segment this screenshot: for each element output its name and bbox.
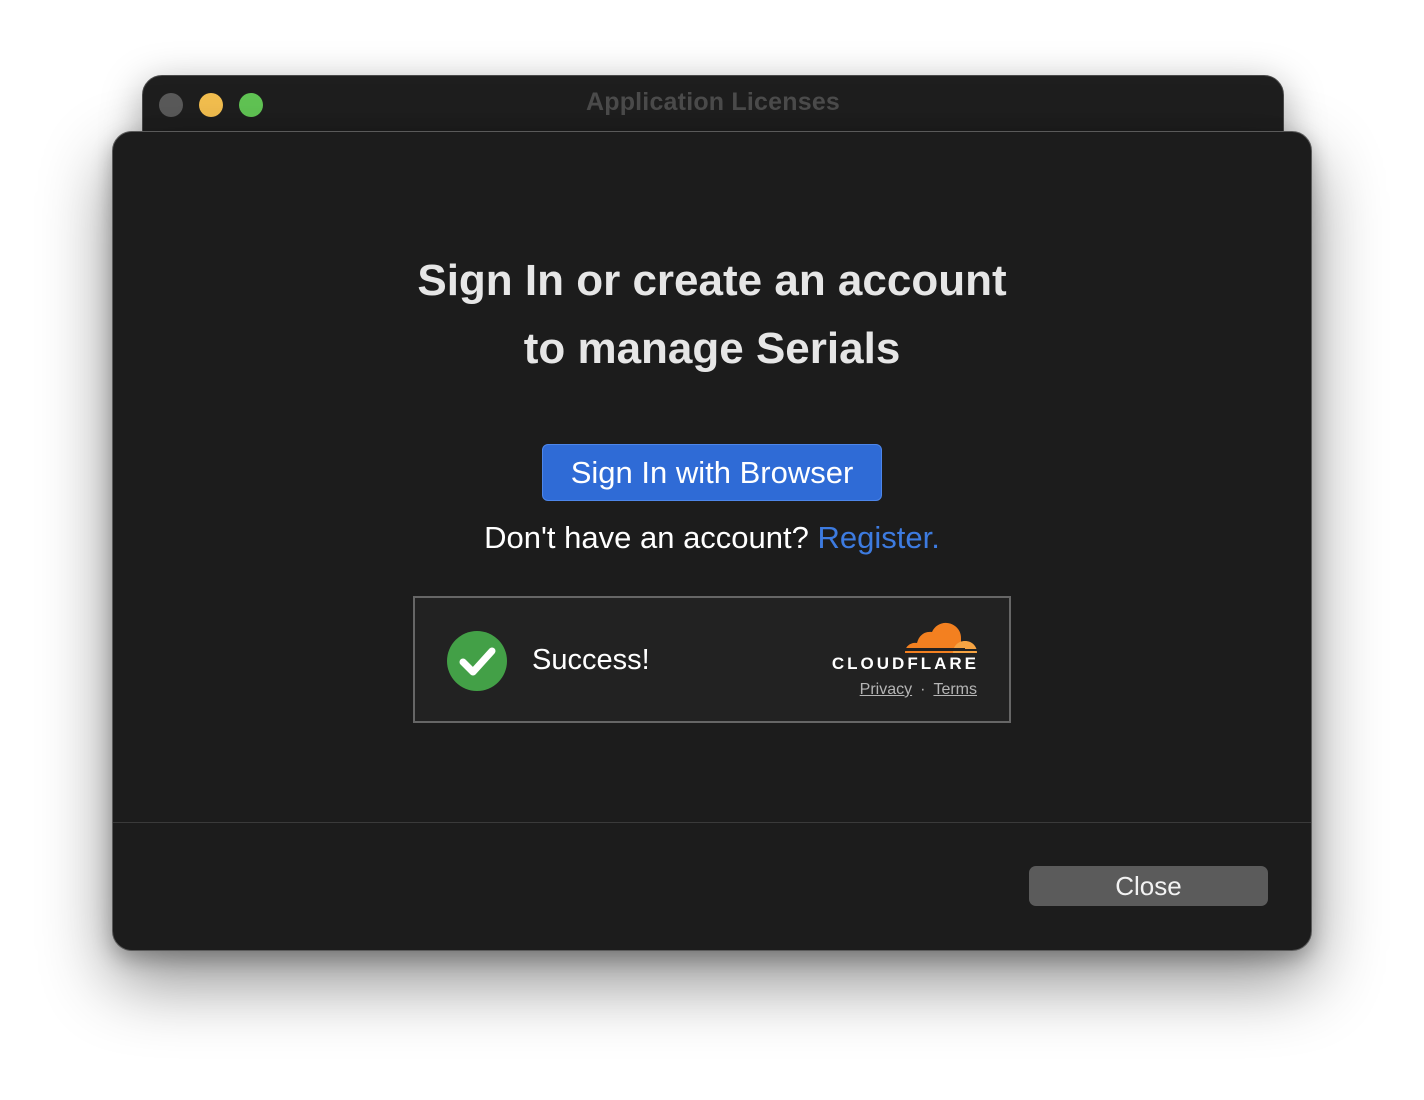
captcha-links: Privacy · Terms [860,681,977,699]
sheet-heading: Sign In or create an account to manage S… [113,247,1311,383]
close-button[interactable]: Close [1029,866,1268,906]
link-separator: · [920,681,926,698]
register-line: Don't have an account? Register. [113,520,1311,556]
captcha-status-text: Success! [532,644,650,676]
cloudflare-wordmark: CLOUDFLARE [831,654,979,673]
screen: Application Licenses Sign In or create a… [0,0,1424,1100]
register-link[interactable]: Register. [818,520,940,555]
register-prompt: Don't have an account? [484,520,809,555]
window-title: Application Licenses [585,88,841,116]
heading-line-1: Sign In or create an account [417,256,1007,305]
sign-in-with-browser-button[interactable]: Sign In with Browser [542,444,882,501]
heading-line-2: to manage Serials [523,324,901,373]
privacy-link[interactable]: Privacy [860,681,912,698]
success-check-icon [447,631,507,691]
cloudflare-captcha-widget: Success! CLOUDFLARE Privacy · Terms [413,596,1011,723]
terms-link[interactable]: Terms [933,681,977,698]
footer-divider [113,822,1311,823]
sign-in-sheet: Sign In or create an account to manage S… [112,131,1312,951]
cloudflare-cloud-icon [905,622,977,653]
cloudflare-logo: CLOUDFLARE [829,620,979,676]
